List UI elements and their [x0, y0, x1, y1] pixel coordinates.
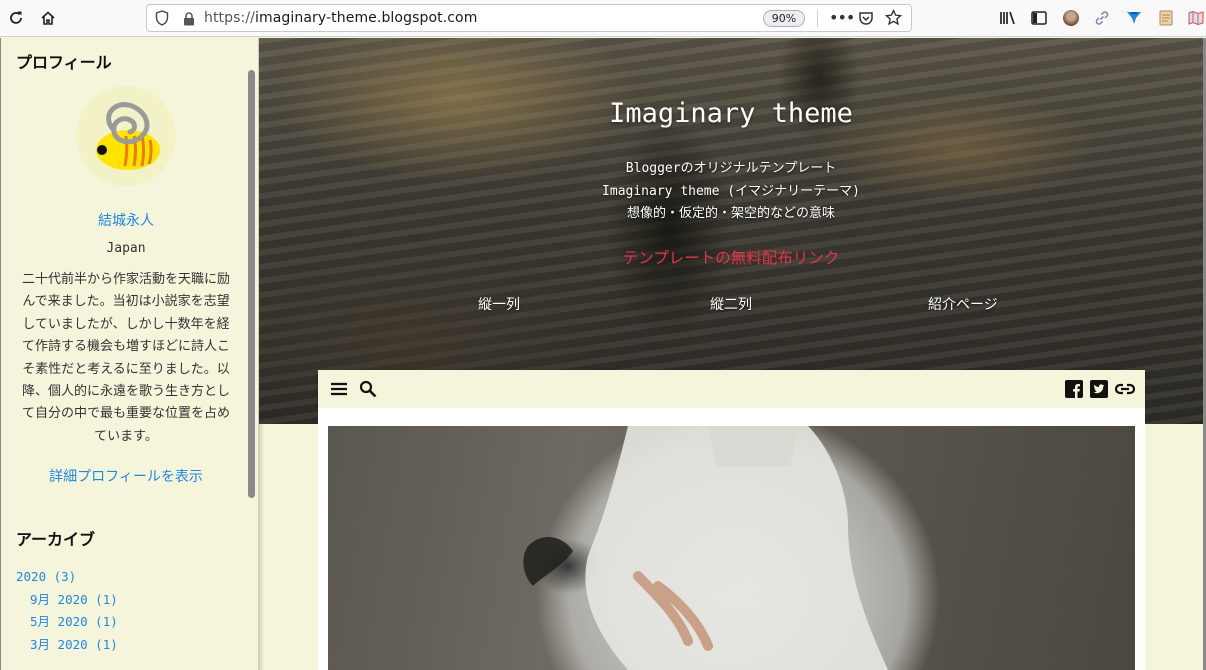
archive-item-2020-03[interactable]: 3月 2020 (1): [16, 634, 118, 657]
nav-item-two-column[interactable]: 縦二列: [710, 294, 752, 314]
share-link-icon[interactable]: [1115, 379, 1135, 399]
header-hero-image: Imaginary theme Bloggerのオリジナルテンプレート Imag…: [259, 38, 1203, 424]
zoom-indicator[interactable]: 90%: [763, 10, 805, 27]
archive-heading: アーカイブ: [16, 530, 96, 549]
library-icon[interactable]: [996, 6, 1020, 30]
archive-item-2020-09[interactable]: 9月 2020 (1): [16, 589, 118, 612]
browser-toolbar: https://imaginary-theme.blogspot.com 90%…: [0, 0, 1206, 37]
blog-description-line: Imaginary theme (イマジナリーテーマ): [602, 183, 860, 199]
blog-description-line: Bloggerのオリジナルテンプレート: [625, 161, 837, 176]
blog-title[interactable]: Imaginary theme: [259, 98, 1203, 129]
shield-icon[interactable]: [155, 10, 169, 30]
nav-item-intro-page[interactable]: 紹介ページ: [928, 294, 998, 314]
url-bar[interactable]: https://imaginary-theme.blogspot.com 90%…: [146, 4, 912, 32]
sidebar-scrollbar-thumb[interactable]: [248, 70, 255, 498]
profile-avatar[interactable]: [76, 86, 176, 186]
blog-description-line: 想像的・仮定的・架空的などの意味: [626, 206, 835, 221]
archive-item-2020-05[interactable]: 5月 2020 (1): [16, 611, 118, 634]
menu-icon[interactable]: [329, 379, 349, 399]
profile-name[interactable]: 結城永人: [1, 210, 251, 230]
url-separator: [817, 9, 818, 27]
template-download-link[interactable]: テンプレートの無料配布リンク: [259, 246, 1203, 268]
url-text[interactable]: https://imaginary-theme.blogspot.com: [204, 10, 477, 26]
post-thumbnail-image[interactable]: [328, 426, 1135, 670]
url-scheme: https://: [204, 10, 255, 26]
search-icon[interactable]: [358, 379, 378, 399]
facebook-icon[interactable]: [1064, 379, 1084, 399]
lock-icon[interactable]: [183, 11, 195, 30]
sidebar: プロフィール 結城永人 Japan 二十代前半から作家活動を天職に励んで来ました…: [0, 38, 258, 670]
account-avatar-icon[interactable]: [1059, 6, 1083, 30]
pocket-icon[interactable]: [858, 10, 874, 30]
twitter-icon[interactable]: [1089, 379, 1109, 399]
notes-extension-icon[interactable]: [1154, 6, 1178, 30]
archive-item-2020[interactable]: 2020 (3): [16, 566, 118, 589]
profile-heading: プロフィール: [16, 53, 112, 72]
archive-list: 2020 (3) 9月 2020 (1) 5月 2020 (1) 3月 2020…: [16, 566, 118, 656]
profile-bio: 二十代前半から作家活動を天職に励んで来ました。当初は小説家を志望していましたが、…: [21, 272, 230, 444]
sidebar-scrollbar[interactable]: [245, 52, 257, 500]
blog-description: Bloggerのオリジナルテンプレート Imaginary theme (イマジ…: [259, 158, 1203, 226]
link-extension-icon[interactable]: [1090, 6, 1114, 30]
more-actions-icon[interactable]: •••: [829, 8, 855, 27]
map-extension-icon[interactable]: [1184, 6, 1206, 30]
sidebar-toggle-icon[interactable]: [1027, 6, 1051, 30]
profile-location: Japan: [106, 241, 146, 256]
view-full-profile-link[interactable]: 詳細プロフィールを表示: [1, 466, 251, 486]
content-toolbar: [318, 370, 1145, 408]
nav-item-one-column[interactable]: 縦一列: [478, 294, 520, 314]
filter-extension-icon[interactable]: [1122, 6, 1146, 30]
bookmark-star-icon[interactable]: [884, 8, 903, 30]
home-icon[interactable]: [36, 6, 60, 30]
reload-icon[interactable]: [4, 6, 28, 30]
url-host: imaginary-theme.blogspot.com: [254, 10, 478, 26]
